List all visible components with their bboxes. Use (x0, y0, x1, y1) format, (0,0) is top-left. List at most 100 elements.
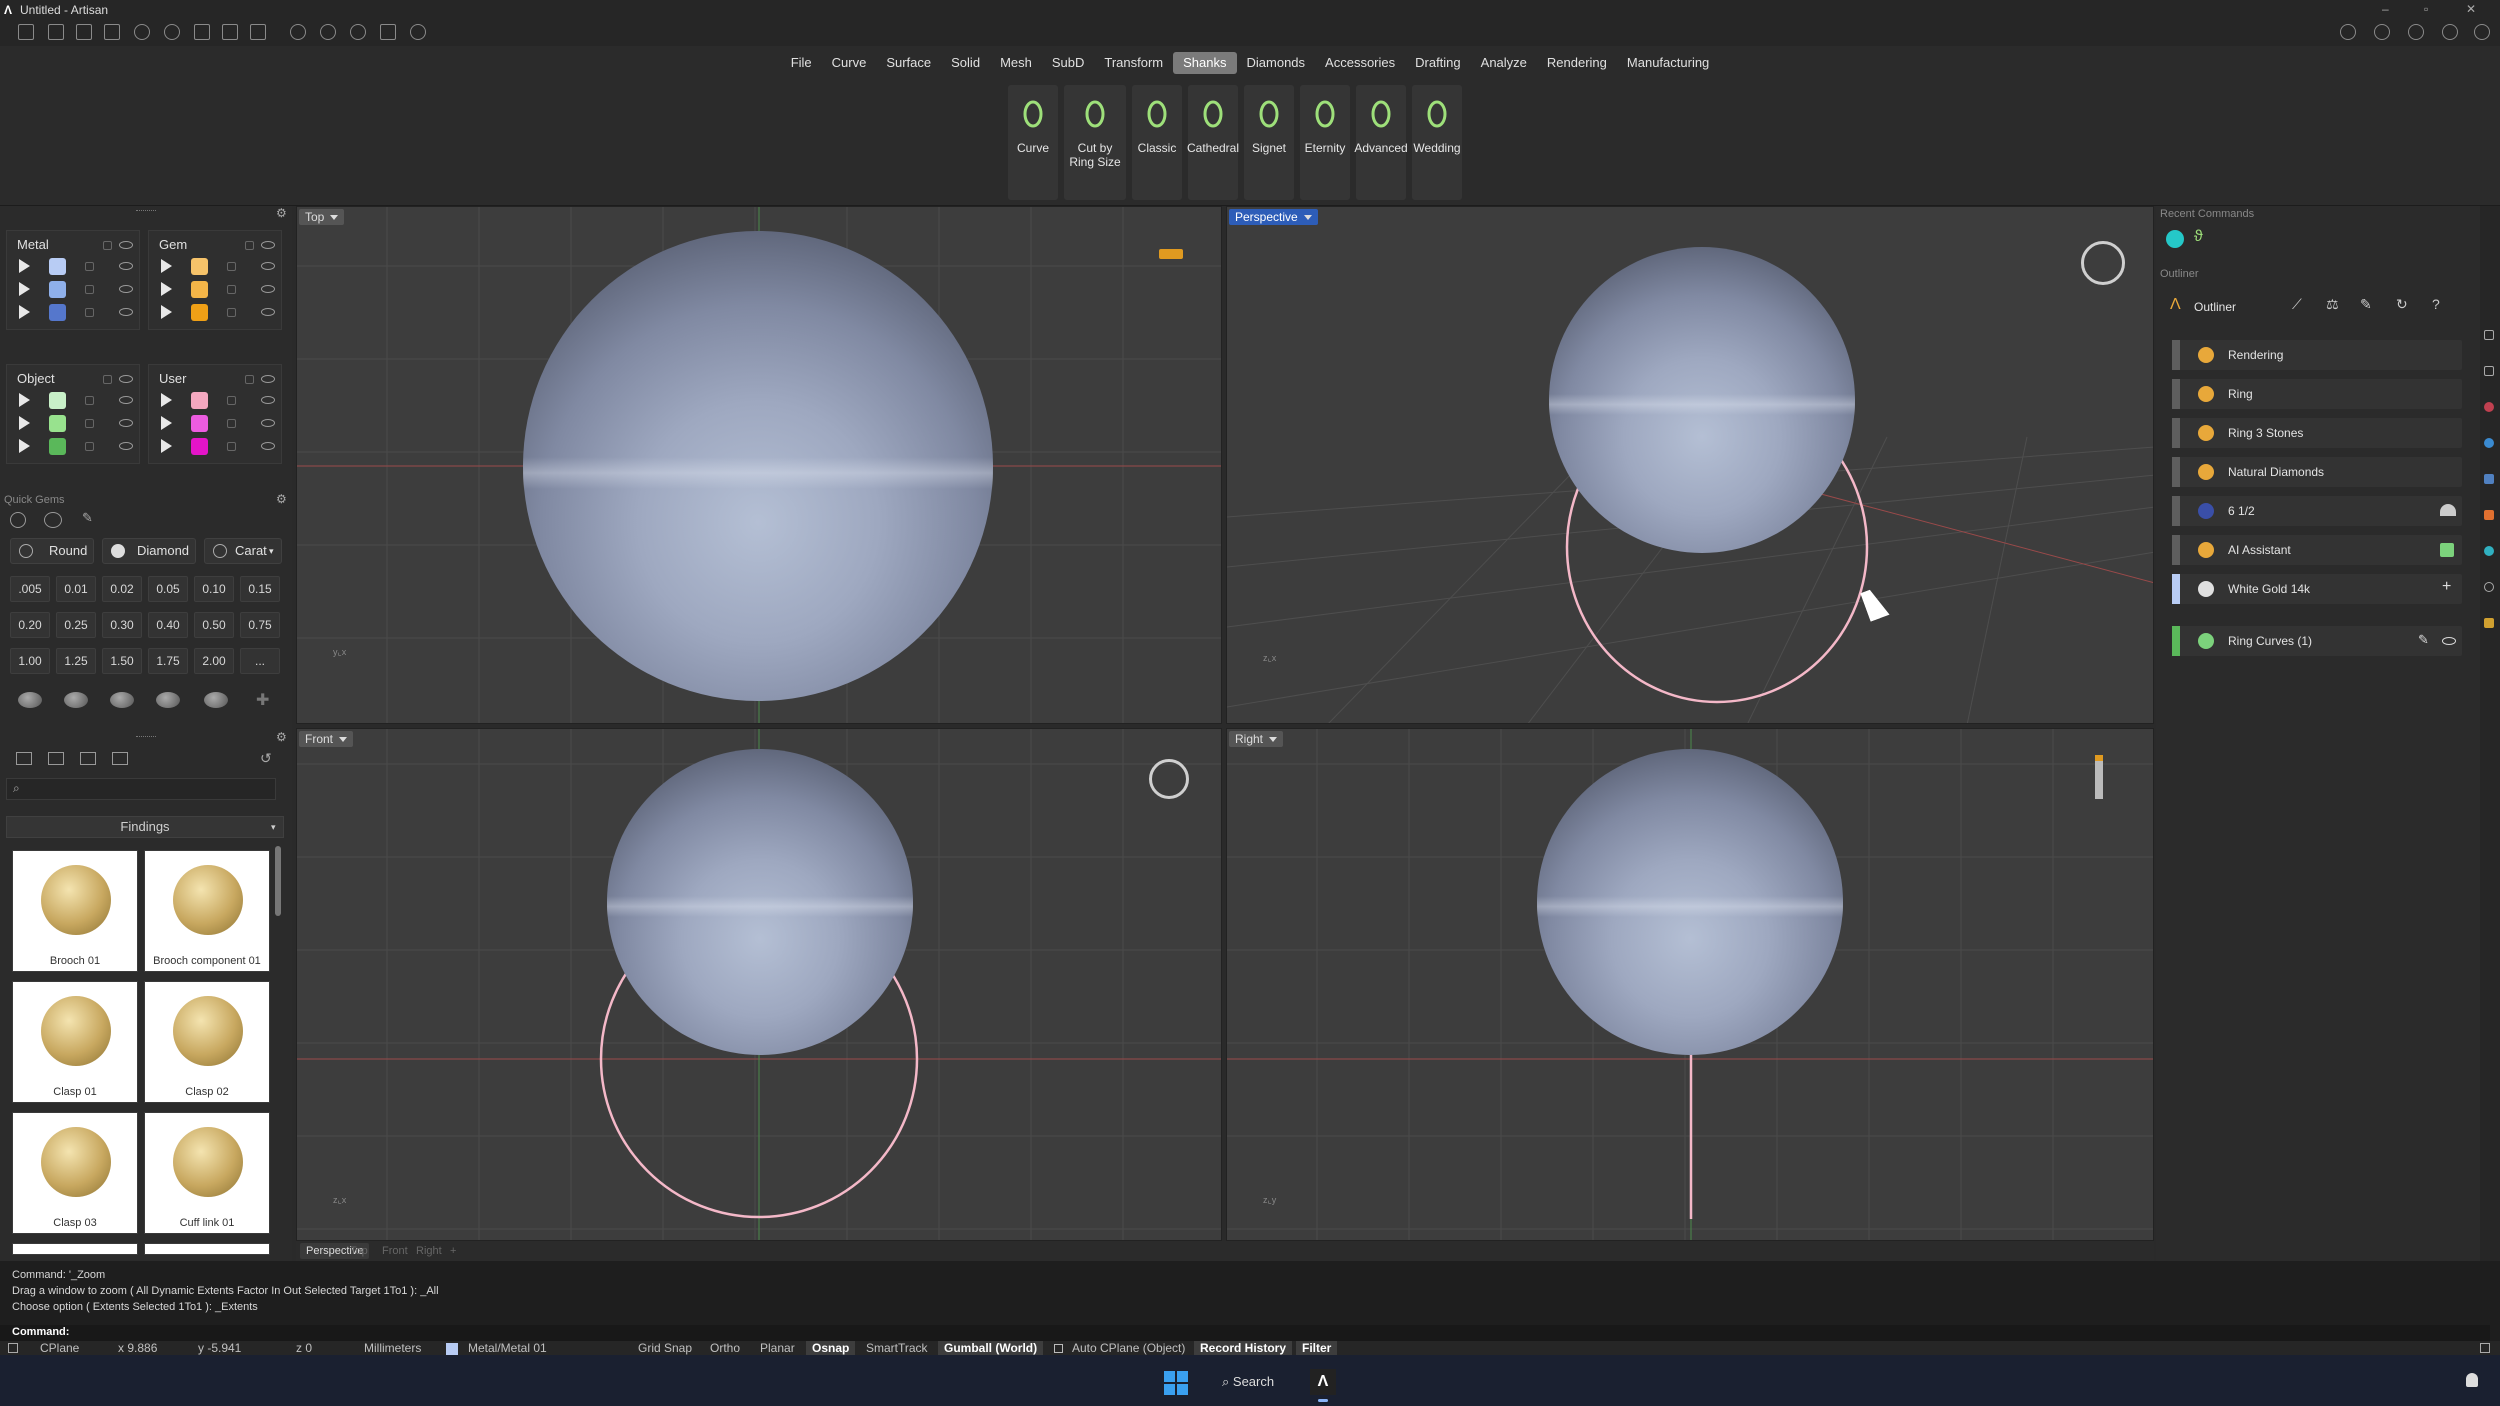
redo-icon[interactable] (164, 24, 180, 40)
gem-size-button[interactable]: 0.20 (10, 612, 50, 638)
lock-icon[interactable] (85, 308, 94, 317)
library-item[interactable]: Clasp 01 (12, 981, 138, 1103)
tool-icon[interactable] (2484, 510, 2494, 520)
eye-icon[interactable] (119, 419, 133, 427)
tool-icon[interactable] (2484, 366, 2494, 376)
eye-icon[interactable] (2442, 637, 2456, 645)
eye-icon[interactable] (261, 285, 275, 293)
info-icon[interactable] (2374, 24, 2390, 40)
gem-round-icon[interactable] (18, 692, 42, 708)
eye-icon[interactable] (261, 419, 275, 427)
current-layer[interactable]: Metal/Metal 01 (468, 1341, 547, 1355)
tool-cathedral-button[interactable]: Cathedral (1187, 85, 1239, 200)
layer-color-swatch[interactable] (49, 415, 66, 432)
gem-size-button[interactable]: 2.00 (194, 648, 234, 674)
eye-icon[interactable] (119, 285, 133, 293)
pin-icon[interactable] (1159, 249, 1183, 259)
outliner-item[interactable]: Ring Curves (1) ✎ (2172, 626, 2462, 656)
library-item[interactable]: Brooch component 01 (144, 850, 270, 972)
eye-icon[interactable] (119, 308, 133, 316)
menu-tab-subd[interactable]: SubD (1042, 52, 1095, 74)
viewport-perspective[interactable]: Perspective z⌞x (1226, 206, 2154, 724)
play-icon[interactable] (161, 282, 172, 296)
units-label[interactable]: Millimeters (364, 1341, 421, 1355)
scale-icon[interactable]: ⚖ (2326, 296, 2339, 313)
gear-icon[interactable]: ⚙ (276, 206, 287, 220)
outliner-item[interactable]: AI Assistant (2172, 535, 2462, 565)
filter-toggle[interactable]: Filter (1296, 1341, 1338, 1355)
layer-color-swatch[interactable] (49, 281, 66, 298)
maximize-button[interactable]: ▫ (2424, 2, 2428, 16)
tool-icon[interactable] (2484, 402, 2494, 412)
menu-tab-surface[interactable]: Surface (876, 52, 941, 74)
viewport-label-perspective[interactable]: Perspective (1229, 209, 1318, 225)
planar-toggle[interactable]: Planar (760, 1341, 795, 1355)
tool-icon[interactable] (2484, 438, 2494, 448)
gem-size-button[interactable]: 0.10 (194, 576, 234, 602)
panel-grip[interactable] (136, 736, 156, 739)
gumball-icon[interactable] (350, 24, 366, 40)
layer-color-swatch[interactable] (49, 258, 66, 275)
add-icon[interactable]: + (2442, 578, 2451, 596)
lock-icon[interactable] (85, 285, 94, 294)
tool-icon[interactable] (2484, 546, 2494, 556)
library-item[interactable]: Brooch 01 (12, 850, 138, 972)
tool-wedding-button[interactable]: Wedding (1412, 85, 1462, 200)
viewport-tab-right[interactable]: Right (410, 1243, 448, 1259)
taskbar-search[interactable]: ⌕ Search (1210, 1369, 1280, 1395)
sphere-object[interactable] (1549, 247, 1855, 553)
lock-icon[interactable] (85, 419, 94, 428)
gem-size-button[interactable]: 0.02 (102, 576, 142, 602)
lock-icon[interactable] (245, 375, 254, 384)
undo-icon[interactable] (134, 24, 150, 40)
gem-size-button[interactable]: 0.25 (56, 612, 96, 638)
outliner-item[interactable]: 6 1/2 (2172, 496, 2462, 526)
menu-tab-transform[interactable]: Transform (1094, 52, 1173, 74)
viewport-top[interactable]: Top y⌞x (296, 206, 1222, 724)
layers-icon[interactable] (2408, 24, 2424, 40)
notification-bell-icon[interactable] (2466, 1373, 2478, 1387)
gem-size-button[interactable]: 1.50 (102, 648, 142, 674)
settings-icon[interactable] (410, 24, 426, 40)
layer-color-swatch[interactable] (191, 304, 208, 321)
lock-icon[interactable] (103, 375, 112, 384)
tool-icon[interactable] (2484, 330, 2494, 340)
smarttrack-toggle[interactable]: SmartTrack (866, 1341, 928, 1355)
play-icon[interactable] (161, 439, 172, 453)
eye-icon[interactable] (119, 262, 133, 270)
gem-size-button[interactable]: 0.30 (102, 612, 142, 638)
menu-tab-file[interactable]: File (781, 52, 822, 74)
lock-icon[interactable] (85, 262, 94, 271)
library-category-select[interactable]: Findings ▾ (6, 816, 284, 838)
record-history-toggle[interactable]: Record History (1194, 1341, 1293, 1355)
recent-command-ring-curve-icon[interactable]: ϑ (2194, 228, 2203, 246)
play-icon[interactable] (19, 282, 30, 296)
layer-color-swatch[interactable] (49, 438, 66, 455)
library-item[interactable] (12, 1243, 138, 1255)
viewport-right[interactable]: Right z⌞y (1226, 728, 2154, 1241)
lock-icon[interactable] (227, 442, 236, 451)
eye-icon[interactable] (261, 442, 275, 450)
gem-shape-select[interactable]: Round (10, 538, 94, 564)
play-icon[interactable] (161, 259, 172, 273)
layer-color-swatch[interactable] (191, 415, 208, 432)
open-folder-icon[interactable] (104, 24, 120, 40)
status-square-icon[interactable] (2440, 543, 2454, 557)
gem-oval-icon[interactable] (64, 692, 88, 708)
panel-toggle-icon[interactable] (2480, 1343, 2490, 1353)
artisan-app-icon[interactable]: Λ (1310, 1369, 1336, 1395)
eye-icon[interactable] (261, 262, 275, 270)
play-icon[interactable] (19, 305, 30, 319)
add-folder-icon[interactable] (48, 752, 64, 765)
folder-icon[interactable] (16, 752, 32, 765)
tool-classic-button[interactable]: Classic (1132, 85, 1182, 200)
viewport-tab-front[interactable]: Front (376, 1243, 414, 1259)
menu-tab-curve[interactable]: Curve (822, 52, 877, 74)
gem-more-icon[interactable]: ✚ (256, 690, 269, 710)
outliner-item[interactable]: Natural Diamonds (2172, 457, 2462, 487)
viewport-label-right[interactable]: Right (1229, 731, 1284, 747)
layer-color-swatch[interactable] (49, 392, 66, 409)
outliner-item[interactable]: Ring 3 Stones (2172, 418, 2462, 448)
play-icon[interactable] (19, 416, 30, 430)
viewport-tab-top[interactable]: Top (344, 1243, 374, 1259)
